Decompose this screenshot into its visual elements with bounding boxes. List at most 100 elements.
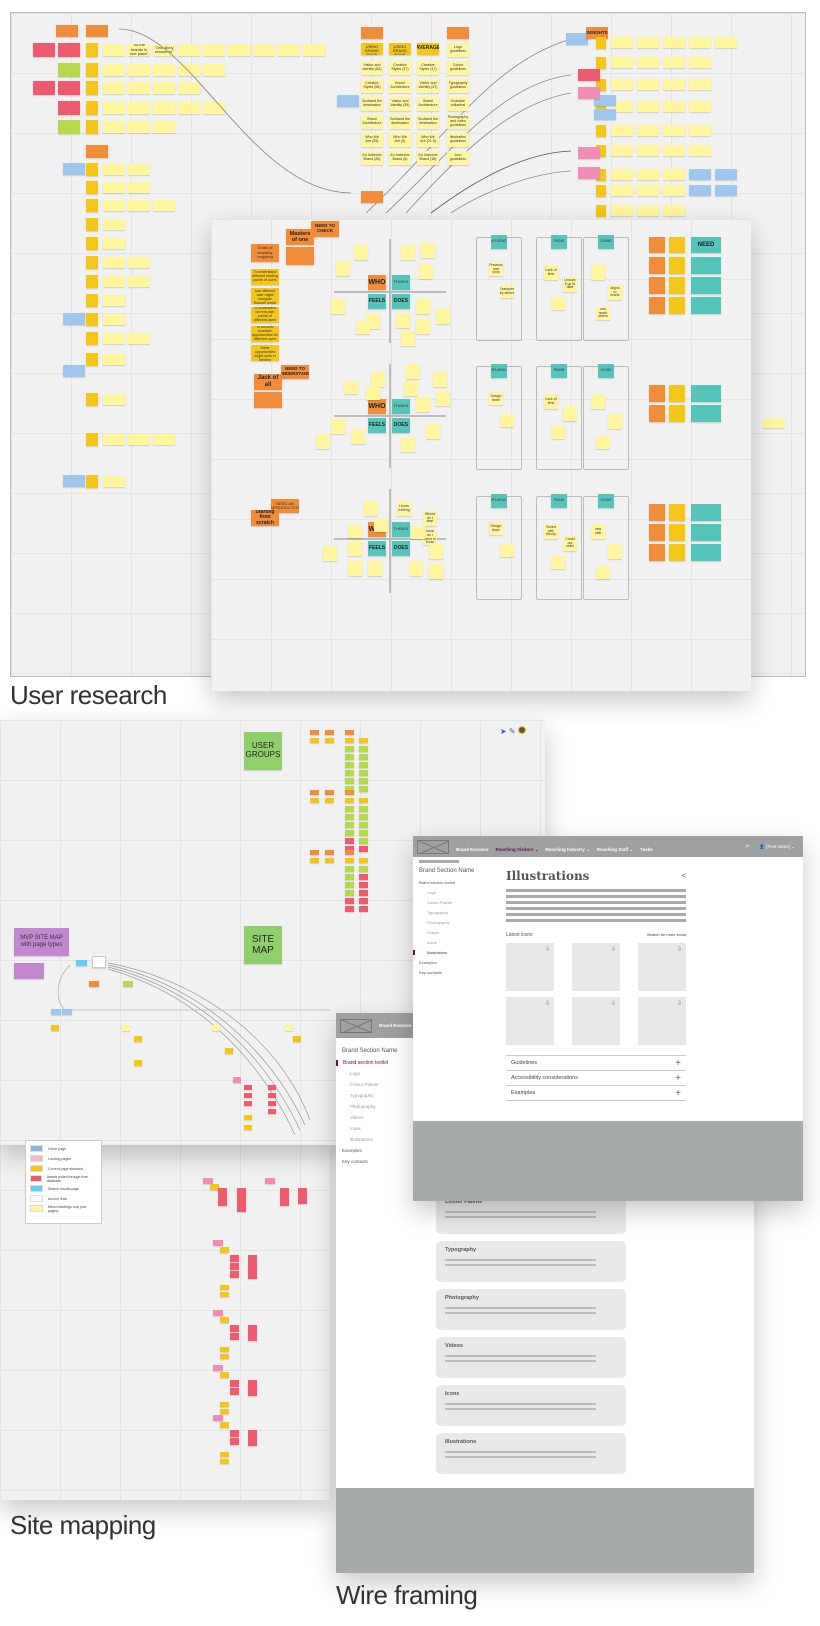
search-icon[interactable]: ⌕ xyxy=(745,843,749,851)
sticky-note xyxy=(663,101,685,112)
side-nav-item[interactable]: Examples xyxy=(419,960,499,965)
side-nav-item[interactable]: Colour Palette xyxy=(419,900,499,905)
download-icon[interactable]: ⇩ xyxy=(545,1000,550,1007)
side-nav-item[interactable]: Videos xyxy=(419,930,499,935)
legend-item: Menu headings only (not pages) xyxy=(30,1204,97,1213)
side-nav-item[interactable]: Typography xyxy=(419,910,499,915)
plus-icon[interactable]: + xyxy=(675,1088,681,1099)
side-nav-item[interactable]: Typography xyxy=(342,1093,412,1098)
sticky-note xyxy=(669,524,685,541)
sticky-note xyxy=(649,385,665,402)
side-nav-item[interactable]: Examples xyxy=(342,1148,412,1153)
nav-item[interactable]: Brand Essence xyxy=(456,847,489,852)
sticky-note xyxy=(663,125,685,136)
sticky-note xyxy=(649,297,665,314)
icon-tile[interactable]: ⇩ xyxy=(506,943,554,991)
sticky-note xyxy=(416,397,430,412)
node xyxy=(248,1380,257,1396)
user-menu[interactable]: 👤 [First name] ⌄ xyxy=(759,844,795,850)
column-header: INFLUENCE xyxy=(491,364,507,378)
accordion-item[interactable]: Accessibility considerations + xyxy=(506,1070,686,1085)
sticky-note xyxy=(649,405,665,422)
share-icon[interactable]: < xyxy=(682,873,686,880)
summary-cell: Scotland the destination xyxy=(361,97,383,111)
footer xyxy=(413,1121,803,1201)
sticky-note: aligns to brand xyxy=(608,285,622,300)
sticky-note xyxy=(401,245,415,260)
sticky-note xyxy=(361,191,383,203)
side-nav-item[interactable]: Logo xyxy=(419,890,499,895)
sticky-note xyxy=(611,125,633,136)
plus-icon[interactable]: + xyxy=(675,1058,681,1069)
node xyxy=(298,1188,307,1204)
side-nav-item[interactable]: Photography xyxy=(419,920,499,925)
search-results-node xyxy=(76,960,87,966)
sticky-note: new skill xyxy=(591,524,605,539)
download-icon[interactable]: ⇩ xyxy=(545,946,550,953)
persona-column xyxy=(476,496,522,600)
sticky-note xyxy=(669,544,685,561)
section-caption-user-research: User research xyxy=(10,680,167,710)
nav-item[interactable]: Reaching Staff ⌄ xyxy=(597,847,634,852)
node xyxy=(218,1188,227,1206)
side-nav-item[interactable]: Key contacts xyxy=(419,970,499,975)
icon-tile[interactable]: ⇩ xyxy=(506,997,554,1045)
wireframe-front[interactable]: Brand Essence Reaching Visitors ⌄ Reaching… xyxy=(413,836,803,1201)
sticky-note xyxy=(368,561,382,576)
nav-item[interactable]: Reaching Visitors ⌄ xyxy=(496,847,539,852)
content-card[interactable]: Photography xyxy=(436,1289,626,1330)
accordion-item[interactable]: Examples + xyxy=(506,1085,686,1100)
sticky-note xyxy=(689,57,711,68)
sticky-note xyxy=(637,37,659,48)
summary-cell: Creative Styles (56) xyxy=(361,79,383,93)
accordion-item[interactable]: Guidelines + xyxy=(506,1055,686,1070)
nav-item[interactable]: Tasks xyxy=(640,847,652,852)
column-header: INFLUENCE xyxy=(491,494,507,508)
download-icon[interactable]: ⇩ xyxy=(677,946,682,953)
content-card[interactable]: Typography xyxy=(436,1241,626,1282)
side-nav-item[interactable]: Icons xyxy=(419,940,499,945)
side-nav-item[interactable]: Icons xyxy=(342,1126,412,1131)
sticky-note xyxy=(563,406,577,421)
content-card[interactable]: Icons xyxy=(436,1385,626,1426)
side-nav-item[interactable]: Colour Palette xyxy=(342,1082,412,1087)
search-more-link[interactable]: Search for more icons xyxy=(647,932,686,938)
node xyxy=(123,981,133,987)
content-card[interactable]: Illustrations xyxy=(436,1433,626,1474)
nav-item[interactable]: Reaching Industry ⌄ xyxy=(545,847,589,852)
node xyxy=(285,1025,293,1031)
download-icon[interactable]: ⇩ xyxy=(677,1000,682,1007)
icon-tile[interactable]: ⇩ xyxy=(638,943,686,991)
icon-tile[interactable]: ⇩ xyxy=(572,943,620,991)
persona-1: Masters of one xyxy=(286,229,314,245)
nav-item[interactable]: Brand Essence xyxy=(379,1023,412,1028)
sticky-note: Bored with theory xyxy=(544,524,558,539)
icon-tile[interactable]: ⇩ xyxy=(572,997,620,1045)
download-icon[interactable]: ⇩ xyxy=(611,946,616,953)
side-toolkit[interactable]: Brand section toolkit xyxy=(336,1060,412,1066)
node xyxy=(244,1085,252,1090)
landing-node xyxy=(213,1365,223,1371)
sticky-note xyxy=(691,257,721,274)
summary-cell: Who We Are (21.5) xyxy=(417,133,439,147)
download-icon[interactable]: ⇩ xyxy=(611,1000,616,1007)
legend-item: Home page xyxy=(30,1144,97,1153)
sticky-note xyxy=(354,245,368,260)
accordion-label: Examples xyxy=(511,1090,536,1096)
node xyxy=(244,1115,252,1120)
plus-icon[interactable]: + xyxy=(675,1073,681,1084)
side-nav-item[interactable]: Logo xyxy=(342,1071,412,1076)
node xyxy=(220,1422,229,1428)
side-nav-item[interactable]: Videos xyxy=(342,1115,412,1120)
side-nav-item[interactable]: Illustrations xyxy=(342,1137,412,1142)
persona-board[interactable]: NEED TO CHECK Masters of one Goals of em… xyxy=(211,219,751,691)
side-nav-item[interactable]: Key contacts xyxy=(342,1159,412,1164)
sticky-note xyxy=(637,169,659,180)
side-toolkit[interactable]: Brand section toolkit xyxy=(419,880,499,885)
user-name: [First name] ⌄ xyxy=(766,843,795,849)
card-label: Illustrations xyxy=(445,1439,477,1445)
content-card[interactable]: Videos xyxy=(436,1337,626,1378)
icon-tile[interactable]: ⇩ xyxy=(638,997,686,1045)
side-nav-item[interactable]: Illustrations xyxy=(413,950,499,955)
side-nav-item[interactable]: Photography xyxy=(342,1104,412,1109)
